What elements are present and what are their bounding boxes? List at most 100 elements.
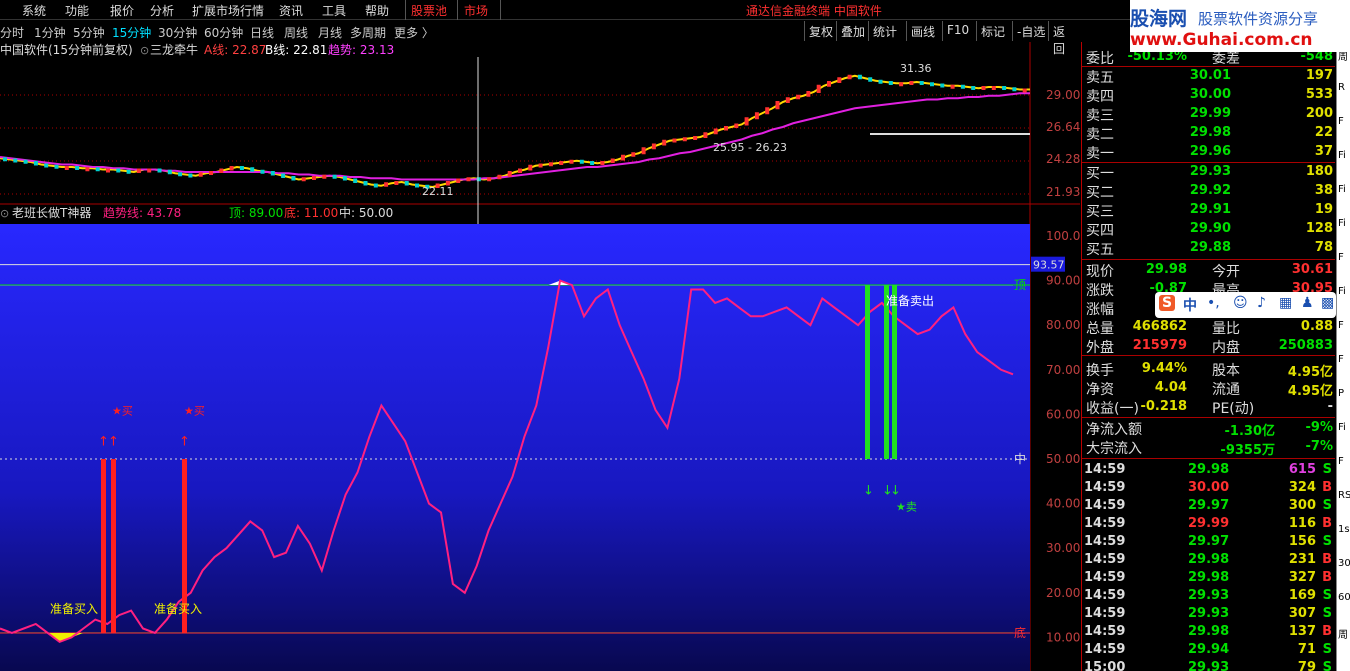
strip-button[interactable]: Fi (1338, 218, 1346, 229)
menu-item[interactable]: 帮助 (365, 2, 389, 19)
period-tab[interactable]: 周线 (284, 24, 308, 41)
ask-price: 29.98 (1189, 125, 1231, 140)
menu-item[interactable]: 系统 (22, 2, 46, 19)
strip-button[interactable]: Fi (1338, 422, 1346, 433)
toolbar-button[interactable]: 复权 (804, 21, 837, 41)
main-chart-bg (0, 42, 1030, 204)
strip-button[interactable]: 周 (1338, 626, 1348, 641)
guhai-logo: 股海网 股票软件资源分享 www.Guhai.com.cn (1130, 0, 1350, 52)
strip-button[interactable]: F (1338, 116, 1344, 127)
candle (775, 101, 780, 110)
ime-mode[interactable]: 中 (1183, 295, 1197, 315)
quote-row: 外盘 215979 内盘 250883 (1085, 337, 1335, 356)
bid-label: 买二 (1086, 185, 1114, 201)
menu-item[interactable]: 扩展市场行情 (192, 2, 264, 19)
candle (291, 176, 296, 181)
toolbar-button[interactable]: 叠加 (836, 21, 869, 41)
sell-signal-bar (892, 285, 897, 459)
period-tab[interactable]: 1分钟 (34, 24, 66, 41)
sogou-icon[interactable]: S (1159, 295, 1176, 311)
buy-ready-label: 准备买入 (154, 602, 202, 616)
ask-price: 30.00 (1189, 87, 1231, 102)
strip-button[interactable]: Fi (1338, 150, 1346, 161)
quote-label: 外盘 (1086, 340, 1114, 356)
bid-volume: 128 (1305, 221, 1333, 236)
candle (126, 169, 131, 174)
ask-label: 卖二 (1086, 127, 1114, 143)
toolbar-button[interactable]: 标记 (976, 21, 1009, 41)
toolbar-button[interactable]: 统计 (868, 21, 901, 41)
toolbar-button[interactable]: -自选 (1012, 21, 1049, 41)
quote-label-2: 量比 (1212, 321, 1240, 337)
tick-row: 14:59 29.99 116 B (1084, 516, 1334, 534)
ask-label: 卖一 (1086, 146, 1114, 162)
ime-toolbar[interactable]: S 中 •, ☺ ♪ ▦ ♟ ▩ (1155, 292, 1336, 318)
stock-pool-tab[interactable]: 股票池 (411, 2, 447, 19)
period-tab[interactable]: 月线 (318, 24, 342, 41)
strip-button[interactable]: 60 (1338, 592, 1350, 603)
period-tab[interactable]: 多周期 (350, 24, 386, 41)
strip-button[interactable]: P (1338, 388, 1344, 399)
candle (991, 86, 996, 90)
candle (837, 77, 842, 83)
tick-side: S (1322, 534, 1332, 549)
candle (600, 161, 605, 165)
axis-tick: 20.00 (1046, 586, 1080, 600)
strip-button[interactable]: F (1338, 252, 1344, 263)
strip-button[interactable]: Fi (1338, 286, 1346, 297)
strip-button[interactable]: R (1338, 82, 1345, 93)
skin-icon[interactable]: ♟ (1301, 295, 1314, 311)
punct-icon[interactable]: •, (1207, 295, 1220, 311)
period-tab[interactable]: 15分钟 (112, 24, 151, 41)
axis-tick: 10.00 (1046, 630, 1080, 644)
period-tab[interactable]: 日线 (250, 24, 274, 41)
strip-button[interactable]: F (1338, 320, 1344, 331)
period-tab[interactable]: 30分钟 (158, 24, 197, 41)
emoji-icon[interactable]: ☺ (1233, 295, 1248, 311)
a-line-label: A线: 22.87 (204, 43, 266, 57)
market-tab[interactable]: 市场 (464, 2, 488, 19)
menu-item[interactable]: 资讯 (279, 2, 303, 19)
toolbar-button[interactable]: F10 (942, 21, 973, 41)
bid-price: 29.88 (1189, 240, 1231, 255)
candle (960, 84, 965, 89)
candle (909, 81, 914, 85)
candle (342, 176, 347, 181)
menu-item[interactable]: 报价 (110, 2, 134, 19)
keyboard-icon[interactable]: ▦ (1279, 295, 1292, 311)
candle (456, 178, 461, 183)
period-tab[interactable]: 分时 (0, 24, 24, 41)
strip-button[interactable]: F (1338, 456, 1344, 467)
candle (847, 74, 852, 80)
bottom-line-label: 底 (1014, 625, 1026, 640)
divider (1082, 259, 1335, 260)
price-tick: 21.93 (1046, 185, 1080, 199)
toolbar-button[interactable]: 返回 (1048, 21, 1080, 56)
tick-volume: 116 (1288, 516, 1316, 531)
period-tab[interactable]: 更多 〉 (394, 24, 434, 41)
strip-button[interactable]: 1s (1338, 524, 1350, 535)
strip-button[interactable]: 30 (1338, 558, 1350, 569)
menu-item[interactable]: 功能 (65, 2, 89, 19)
grid-icon[interactable]: ▩ (1321, 295, 1334, 311)
buy-signal-bar (101, 459, 106, 633)
period-tab[interactable]: 5分钟 (73, 24, 105, 41)
axis-tick: 70.00 (1046, 363, 1080, 377)
toolbar-button[interactable]: 画线 (906, 21, 939, 41)
b-line-label: B线: 22.81 (265, 43, 327, 57)
candle (198, 172, 203, 177)
quote-row: 收益(一) -0.218 PE(动) - (1085, 398, 1335, 417)
strip-button[interactable]: RS (1338, 490, 1350, 501)
mic-icon[interactable]: ♪ (1257, 295, 1266, 311)
tick-time: 14:59 (1084, 606, 1126, 621)
menu-item[interactable]: 分析 (150, 2, 174, 19)
logo-url: www.Guhai.com.cn (1130, 30, 1313, 50)
quote-value-2: 4.95亿 (1287, 384, 1333, 399)
period-tab[interactable]: 60分钟 (204, 24, 243, 41)
strip-button[interactable]: Fi (1338, 184, 1346, 195)
candle (868, 77, 873, 82)
ask-price: 30.01 (1189, 68, 1231, 83)
tick-volume: 327 (1288, 570, 1316, 585)
strip-button[interactable]: F (1338, 354, 1344, 365)
menu-item[interactable]: 工具 (322, 2, 346, 19)
